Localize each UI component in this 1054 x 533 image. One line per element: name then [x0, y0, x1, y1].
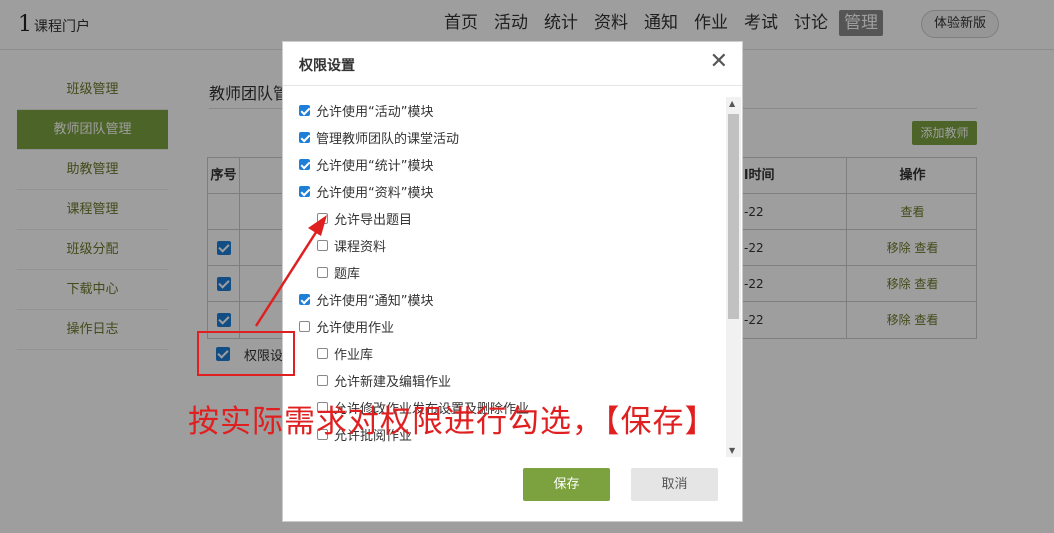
- permission-item[interactable]: 允许使用“活动”模块: [283, 97, 726, 124]
- permission-checkbox[interactable]: [317, 213, 328, 224]
- permission-checkbox[interactable]: [317, 267, 328, 278]
- permission-item[interactable]: 允许使用“通知”模块: [283, 286, 726, 313]
- permission-modal: 权限设置 ✕ 允许使用“活动”模块 管理教师团队的课堂活动 允许使用“统计”模块 允许…: [282, 41, 743, 522]
- close-icon[interactable]: ✕: [710, 51, 728, 73]
- permission-item-label: 允许新建及编辑作业: [334, 375, 452, 390]
- permission-checkbox[interactable]: [299, 294, 310, 305]
- permission-item[interactable]: 课程资料: [283, 232, 726, 259]
- annotation-text: 按实际需求对权限进行勾选，【保存】: [188, 404, 717, 440]
- modal-title: 权限设置: [299, 58, 355, 74]
- permission-item[interactable]: 允许使用讨论: [283, 448, 726, 455]
- modal-header: 权限设置 ✕: [283, 42, 742, 86]
- permission-checkbox[interactable]: [299, 159, 310, 170]
- permission-item-label: 允许使用讨论: [316, 452, 394, 455]
- permission-item-label: 允许使用作业: [316, 321, 395, 336]
- permission-item[interactable]: 允许使用“资料”模块: [283, 178, 726, 205]
- permission-item[interactable]: 允许新建及编辑作业: [283, 367, 726, 394]
- permission-item-label: 管理教师团队的课堂活动: [316, 132, 460, 147]
- permission-item[interactable]: 允许导出题目: [283, 205, 726, 232]
- permission-item[interactable]: 作业库: [283, 340, 726, 367]
- scroll-up-arrow-icon[interactable]: ▲: [729, 99, 735, 108]
- permission-item[interactable]: 题库: [283, 259, 726, 286]
- save-button[interactable]: 保存: [523, 468, 610, 501]
- scrollbar[interactable]: ▲ ▼: [726, 97, 741, 457]
- cancel-button[interactable]: 取消: [631, 468, 718, 501]
- permission-item[interactable]: 允许使用作业: [283, 313, 726, 340]
- permission-checkbox[interactable]: [299, 321, 310, 332]
- permission-item-label: 允许使用“资料”模块: [316, 186, 434, 201]
- annotation-highlight-box: [197, 331, 295, 376]
- scroll-thumb[interactable]: [728, 114, 739, 319]
- permission-checkbox[interactable]: [299, 186, 310, 197]
- permission-checkbox[interactable]: [317, 348, 328, 359]
- permission-item[interactable]: 允许使用“统计”模块: [283, 151, 726, 178]
- permission-checkbox[interactable]: [299, 105, 310, 116]
- permission-checkbox[interactable]: [317, 240, 328, 251]
- permission-item-label: 作业库: [334, 348, 374, 363]
- permission-item-label: 允许使用“通知”模块: [316, 294, 434, 309]
- permission-item-label: 允许使用“活动”模块: [316, 105, 434, 120]
- permission-checkbox[interactable]: [317, 375, 328, 386]
- scroll-down-arrow-icon[interactable]: ▼: [729, 446, 735, 455]
- permission-item-label: 允许导出题目: [334, 213, 413, 228]
- permission-item-label: 题库: [334, 267, 361, 282]
- permission-item[interactable]: 管理教师团队的课堂活动: [283, 124, 726, 151]
- permission-item-label: 课程资料: [334, 240, 387, 255]
- permission-checkbox[interactable]: [299, 132, 310, 143]
- permission-item-label: 允许使用“统计”模块: [316, 159, 434, 174]
